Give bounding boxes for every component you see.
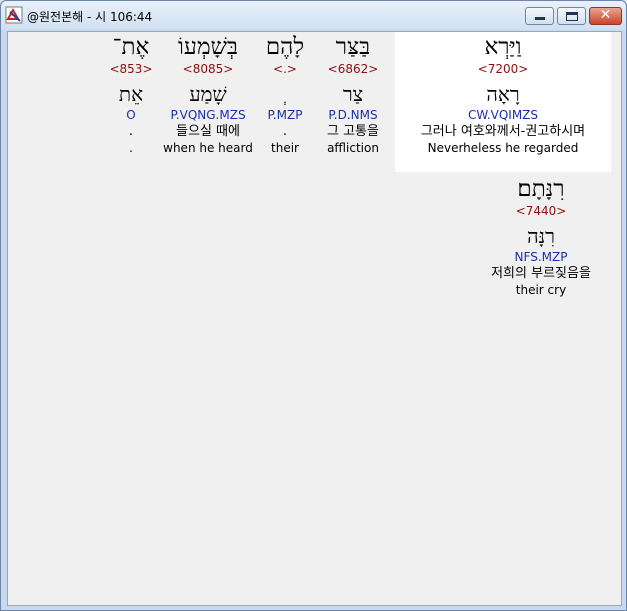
strong-number[interactable]: <.> bbox=[255, 61, 315, 77]
app-logo-icon bbox=[5, 6, 23, 24]
strong-number[interactable]: <8085> bbox=[160, 61, 256, 77]
word-column[interactable]: בְּשָׁמְעוֹ <8085> שָׁמַע P.VQNG.MZS 들으실… bbox=[160, 34, 256, 156]
korean-gloss: . bbox=[282, 124, 288, 139]
word-column[interactable]: אֶת־ <853> אֵת O . . bbox=[106, 34, 156, 156]
hebrew-word: בַּצַּר bbox=[335, 34, 371, 60]
korean-gloss: 그 고통을 bbox=[327, 124, 379, 139]
interlinear-view[interactable]: וַיַּרְא <7200> רָאָה CW.VQIMZS 그러나 여호와께… bbox=[7, 31, 622, 606]
english-gloss: when he heard bbox=[163, 141, 253, 155]
korean-gloss: . bbox=[128, 124, 134, 139]
english-gloss: Neverheless he regarded bbox=[427, 141, 579, 155]
strong-number[interactable]: <853> bbox=[106, 61, 156, 77]
strong-number[interactable]: <7440> bbox=[468, 203, 614, 219]
hebrew-root: ְ bbox=[255, 81, 315, 107]
korean-gloss: 저희의 부르짖음을 bbox=[491, 266, 591, 281]
hebrew-root: רִנָּה bbox=[527, 224, 555, 248]
morphology: CW.VQIMZS bbox=[467, 108, 539, 122]
close-icon: ✕ bbox=[599, 7, 612, 23]
window-title: @원전본해 - 시 106:44 bbox=[27, 10, 153, 24]
title-bar[interactable]: @원전본해 - 시 106:44 ✕ bbox=[1, 1, 626, 30]
morphology: P.D.NMS bbox=[328, 108, 378, 122]
word-column[interactable]: וַיַּרְא <7200> רָאָה CW.VQIMZS 그러나 여호와께… bbox=[395, 34, 611, 156]
korean-gloss: 그러나 여호와께서-권고하시며 bbox=[420, 124, 586, 139]
hebrew-word: בְּשָׁמְעוֹ bbox=[178, 34, 238, 60]
word-column[interactable]: בַּצַּר <6862> צַר P.D.NMS 그 고통을 afflict… bbox=[313, 34, 393, 156]
maximize-icon bbox=[566, 12, 578, 21]
english-gloss: affliction bbox=[327, 141, 379, 155]
strong-number[interactable]: <6862> bbox=[313, 61, 393, 77]
hebrew-word: לָהֶם bbox=[265, 34, 305, 60]
morphology: O bbox=[126, 108, 136, 122]
hebrew-root: אֵת bbox=[118, 82, 144, 106]
close-button[interactable]: ✕ bbox=[589, 7, 622, 25]
morphology: P.VQNG.MZS bbox=[170, 108, 246, 122]
korean-gloss: 들으실 때에 bbox=[176, 124, 240, 139]
word-column[interactable]: רִנָּתָם׃ <7440> רִנָּה NFS.MZP 저희의 부르짖음… bbox=[468, 176, 614, 298]
morphology: P.MZP bbox=[267, 108, 303, 122]
hebrew-root: רָאָה bbox=[486, 82, 520, 106]
minimize-button[interactable] bbox=[525, 7, 554, 25]
app-window: @원전본해 - 시 106:44 ✕ וַיַּרְא <7200> רָאָה… bbox=[0, 0, 627, 611]
strong-number[interactable]: <7200> bbox=[395, 61, 611, 77]
hebrew-word: רִנָּתָם׃ bbox=[517, 176, 565, 202]
hebrew-word: וַיַּרְא bbox=[484, 34, 522, 60]
english-gloss: their bbox=[271, 141, 299, 155]
english-gloss: . bbox=[129, 141, 133, 155]
hebrew-root: שָׁמַע bbox=[189, 82, 227, 106]
hebrew-word: אֶת־ bbox=[112, 34, 150, 60]
minimize-icon bbox=[535, 17, 545, 20]
hebrew-root: צַר bbox=[342, 82, 364, 106]
morphology: NFS.MZP bbox=[514, 250, 568, 264]
word-column[interactable]: לָהֶם <.> ְ P.MZP . their bbox=[255, 34, 315, 156]
english-gloss: their cry bbox=[515, 283, 567, 297]
maximize-button[interactable] bbox=[557, 7, 586, 25]
